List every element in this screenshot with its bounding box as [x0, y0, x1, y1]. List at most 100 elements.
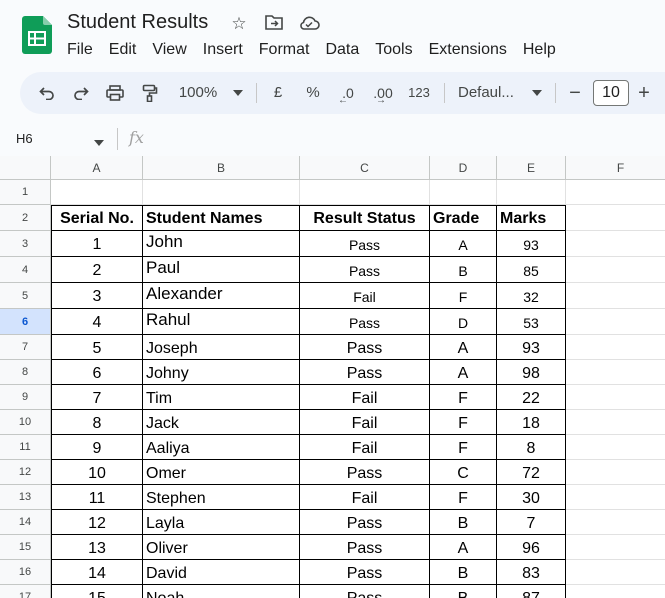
column-header-d[interactable]: D	[430, 156, 497, 180]
table-cell[interactable]: 6	[51, 360, 143, 385]
table-header-cell[interactable]: Grade	[430, 205, 497, 231]
table-cell[interactable]: 8	[497, 435, 566, 460]
chevron-down-icon[interactable]	[230, 72, 246, 114]
decrease-decimal-button[interactable]: .0 ←	[336, 72, 360, 114]
table-cell[interactable]: 98	[497, 360, 566, 385]
move-folder-icon[interactable]	[264, 14, 284, 34]
cell-f13[interactable]	[566, 485, 665, 510]
table-cell[interactable]: 3	[51, 283, 143, 309]
column-header-a[interactable]: A	[51, 156, 143, 180]
row-header-4[interactable]: 4	[0, 257, 51, 283]
table-cell[interactable]: A	[430, 360, 497, 385]
table-cell[interactable]: 12	[51, 510, 143, 535]
table-cell[interactable]: 2	[51, 257, 143, 283]
cell-f4[interactable]	[566, 257, 665, 283]
student-name-cell[interactable]: David	[143, 560, 300, 585]
table-cell[interactable]: 1	[51, 231, 143, 257]
paint-format-icon[interactable]	[139, 72, 161, 114]
cell-f16[interactable]	[566, 560, 665, 585]
table-cell[interactable]: 96	[497, 535, 566, 560]
cell-f7[interactable]	[566, 335, 665, 360]
table-cell[interactable]: 15	[51, 585, 143, 598]
cell-f15[interactable]	[566, 535, 665, 560]
table-cell[interactable]: Fail	[300, 485, 430, 510]
table-cell[interactable]: Pass	[300, 585, 430, 598]
table-cell[interactable]: 9	[51, 435, 143, 460]
table-cell[interactable]: 7	[497, 510, 566, 535]
name-box-chevron-down-icon[interactable]	[94, 133, 104, 151]
table-cell[interactable]: 22	[497, 385, 566, 410]
student-name-cell[interactable]: Layla	[143, 510, 300, 535]
row-header-14[interactable]: 14	[0, 510, 51, 535]
table-cell[interactable]: Pass	[300, 460, 430, 485]
table-cell[interactable]: 11	[51, 485, 143, 510]
redo-icon[interactable]	[70, 72, 92, 114]
cell-f9[interactable]	[566, 385, 665, 410]
font-chevron-down-icon[interactable]	[529, 72, 545, 114]
cell-e1[interactable]	[497, 180, 566, 205]
table-cell[interactable]: 8	[51, 410, 143, 435]
cell-c1[interactable]	[300, 180, 430, 205]
undo-icon[interactable]	[36, 72, 58, 114]
row-header-11[interactable]: 11	[0, 435, 51, 460]
table-cell[interactable]: Pass	[300, 257, 430, 283]
cell-f14[interactable]	[566, 510, 665, 535]
student-name-cell[interactable]: Oliver	[143, 535, 300, 560]
formula-input[interactable]	[150, 126, 665, 152]
student-name-cell[interactable]: Rahul	[143, 309, 300, 335]
student-name-cell[interactable]: Tim	[143, 385, 300, 410]
table-cell[interactable]: Pass	[300, 560, 430, 585]
menu-file[interactable]: File	[67, 41, 93, 59]
row-header-1[interactable]: 1	[0, 180, 51, 205]
cloud-saved-icon[interactable]	[298, 14, 320, 34]
table-cell[interactable]: A	[430, 231, 497, 257]
table-cell[interactable]: B	[430, 257, 497, 283]
student-name-cell[interactable]: Joseph	[143, 335, 300, 360]
table-cell[interactable]: Pass	[300, 360, 430, 385]
table-cell[interactable]: Pass	[300, 510, 430, 535]
table-cell[interactable]: B	[430, 560, 497, 585]
cell-f2[interactable]	[566, 205, 665, 231]
table-cell[interactable]: F	[430, 485, 497, 510]
cell-f11[interactable]	[566, 435, 665, 460]
table-cell[interactable]: 30	[497, 485, 566, 510]
table-cell[interactable]: F	[430, 435, 497, 460]
table-cell[interactable]: Pass	[300, 535, 430, 560]
cell-a1[interactable]	[51, 180, 143, 205]
table-header-cell[interactable]: Marks	[497, 205, 566, 231]
font-select[interactable]: Defaul...	[458, 72, 522, 114]
row-header-2[interactable]: 2	[0, 205, 51, 231]
cell-f1[interactable]	[566, 180, 665, 205]
table-cell[interactable]: Fail	[300, 435, 430, 460]
student-name-cell[interactable]: Stephen	[143, 485, 300, 510]
table-cell[interactable]: F	[430, 283, 497, 309]
table-cell[interactable]: 7	[51, 385, 143, 410]
row-header-10[interactable]: 10	[0, 410, 51, 435]
cell-f12[interactable]	[566, 460, 665, 485]
name-box[interactable]: H6	[16, 131, 33, 146]
table-cell[interactable]: Fail	[300, 283, 430, 309]
column-header-c[interactable]: C	[300, 156, 430, 180]
cell-f10[interactable]	[566, 410, 665, 435]
table-cell[interactable]: 87	[497, 585, 566, 598]
column-header-b[interactable]: B	[143, 156, 300, 180]
row-header-12[interactable]: 12	[0, 460, 51, 485]
cell-f6[interactable]	[566, 309, 665, 335]
table-cell[interactable]: 72	[497, 460, 566, 485]
table-cell[interactable]: A	[430, 535, 497, 560]
font-size-input[interactable]: 10	[593, 80, 629, 106]
table-header-cell[interactable]: Student Names	[143, 205, 300, 231]
menu-help[interactable]: Help	[523, 41, 556, 59]
row-header-5[interactable]: 5	[0, 283, 51, 309]
menu-insert[interactable]: Insert	[203, 41, 243, 59]
menu-edit[interactable]: Edit	[109, 41, 137, 59]
currency-format-button[interactable]: £	[269, 72, 287, 114]
cell-f8[interactable]	[566, 360, 665, 385]
student-name-cell[interactable]: Omer	[143, 460, 300, 485]
row-header-6[interactable]: 6	[0, 309, 51, 335]
sheets-logo-icon[interactable]	[22, 16, 52, 54]
column-header-e[interactable]: E	[497, 156, 566, 180]
increase-font-size-button[interactable]: +	[634, 72, 654, 114]
student-name-cell[interactable]: John	[143, 231, 300, 257]
student-name-cell[interactable]: Aaliya	[143, 435, 300, 460]
